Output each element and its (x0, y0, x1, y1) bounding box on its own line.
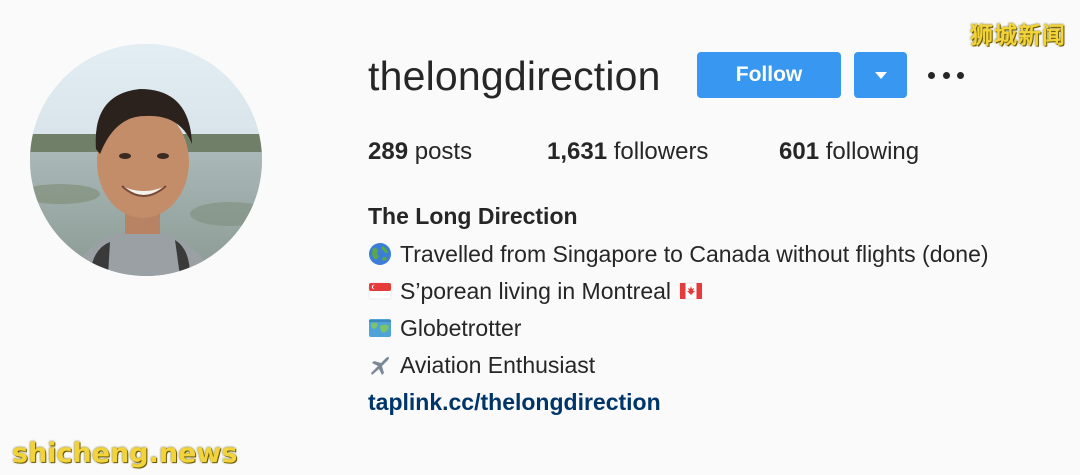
following-number: 601 (779, 138, 820, 165)
follow-button[interactable]: Follow (697, 52, 841, 98)
watermark-top: 狮城新闻 (970, 23, 1066, 49)
canada-flag-icon (679, 282, 703, 300)
bio-line: S’porean living in Montreal (368, 277, 703, 305)
bio-line: Travelled from Singapore to Canada witho… (368, 240, 989, 268)
profile-avatar[interactable] (30, 44, 262, 276)
globe-icon (369, 243, 391, 265)
followers-number: 1,631 (547, 138, 608, 165)
bio-text: Travelled from Singapore to Canada witho… (400, 241, 989, 267)
bio-line: Globetrotter (368, 314, 521, 342)
posts-count: 289 posts (368, 138, 472, 166)
watermark-bottom: shicheng.news (12, 438, 238, 469)
suggestions-dropdown-button[interactable] (854, 52, 907, 98)
singapore-flag-icon (368, 282, 392, 300)
posts-label: posts (414, 138, 473, 165)
more-options-dot (957, 71, 964, 79)
more-options-icon (928, 71, 935, 79)
following-link[interactable]: 601 following (779, 138, 919, 166)
bio-text: Aviation Enthusiast (400, 352, 596, 378)
airplane-icon (371, 357, 389, 375)
bio-text: Globetrotter (400, 315, 522, 341)
caret-down-icon (874, 71, 887, 79)
bio-line: Aviation Enthusiast (368, 351, 595, 379)
profile-link[interactable]: taplink.cc/thelongdirection (368, 388, 661, 416)
more-options-dot (942, 71, 950, 79)
map-icon (369, 319, 391, 337)
avatar-photo (30, 44, 262, 276)
profile-username: thelongdirection (368, 53, 661, 99)
profile-full-name: The Long Direction (368, 203, 578, 229)
bio-text: S’porean living in Montreal (400, 278, 672, 304)
followers-label: followers (613, 138, 709, 165)
posts-number: 289 (368, 138, 409, 165)
more-options-button[interactable] (928, 64, 964, 86)
following-label: following (825, 138, 920, 165)
followers-link[interactable]: 1,631 followers (547, 138, 708, 166)
